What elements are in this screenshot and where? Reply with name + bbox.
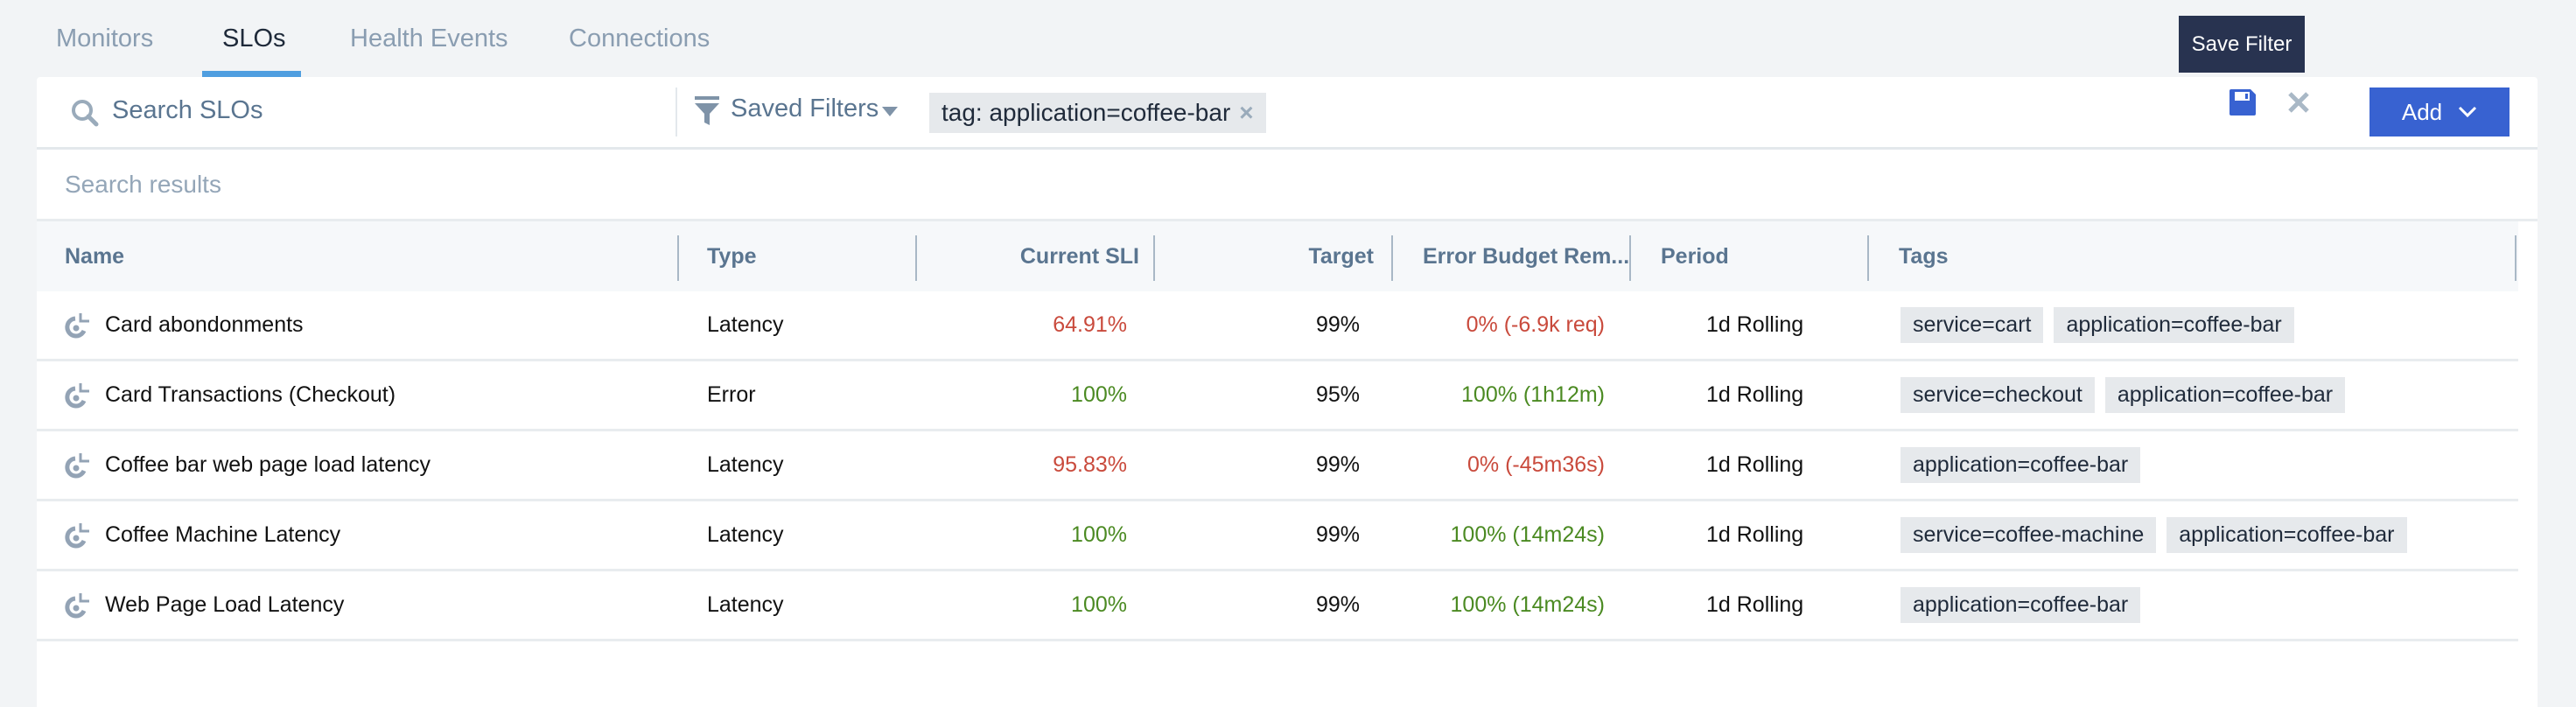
column-resize-handle[interactable]: [1867, 235, 1869, 281]
table-row[interactable]: Card Transactions (Checkout) Error 100% 95%…: [37, 361, 2518, 431]
slo-name-cell[interactable]: Web Page Load Latency: [65, 571, 677, 639]
slo-type: Error: [707, 382, 756, 407]
tab-connections[interactable]: Connections: [569, 24, 710, 53]
tag-badge[interactable]: service=coffee-machine: [1900, 517, 2157, 553]
column-resize-handle[interactable]: [677, 235, 679, 281]
slo-table: Name Type Current SLI Target Error Budge…: [37, 221, 2518, 641]
period: 1d Rolling: [1706, 312, 1804, 337]
table-row[interactable]: Coffee Machine Latency Latency 100% 99% 100%…: [37, 501, 2518, 571]
slo-name[interactable]: Card abondonments: [105, 312, 304, 338]
target: 99%: [1315, 312, 1360, 337]
tags-cell: service=checkout application=coffee-bar: [1900, 361, 2513, 429]
slo-name-cell[interactable]: Coffee Machine Latency: [65, 501, 677, 569]
column-resize-handle[interactable]: [2515, 235, 2516, 281]
period: 1d Rolling: [1706, 592, 1804, 617]
current-sli: 95.83%: [1053, 452, 1127, 477]
filter-chip-label: tag: application=coffee-bar: [942, 99, 1231, 126]
slo-name-cell[interactable]: Card abondonments: [65, 291, 677, 359]
slo-type: Latency: [707, 522, 784, 547]
target: 99%: [1315, 592, 1360, 617]
slo-name[interactable]: Web Page Load Latency: [105, 592, 344, 618]
slo-gauge-icon: [65, 522, 89, 548]
slo-gauge-icon: [65, 592, 89, 618]
tab-slos[interactable]: SLOs: [222, 24, 286, 53]
error-budget-remaining: 100% (14m24s): [1450, 592, 1605, 617]
search-icon: [72, 100, 99, 127]
column-header-current-sli[interactable]: Current SLI: [917, 221, 1146, 291]
column-resize-handle[interactable]: [1391, 235, 1393, 281]
chevron-down-icon[interactable]: [882, 107, 898, 116]
close-icon[interactable]: [2287, 91, 2310, 114]
search-input[interactable]: Search SLOs: [112, 96, 262, 125]
column-header-tags[interactable]: Tags: [1899, 221, 2424, 291]
slo-name-cell[interactable]: Coffee bar web page load latency: [65, 431, 677, 499]
slo-type: Latency: [707, 452, 784, 477]
column-header-type[interactable]: Type: [707, 221, 908, 291]
slo-name[interactable]: Card Transactions (Checkout): [105, 382, 396, 408]
tags-cell: application=coffee-bar: [1900, 431, 2513, 499]
error-budget-remaining: 0% (-45m36s): [1467, 452, 1605, 477]
saved-filters-dropdown[interactable]: Saved Filters: [731, 94, 878, 123]
search-results-label: Search results: [65, 171, 221, 198]
funnel-icon: [695, 96, 719, 125]
target: 95%: [1315, 382, 1360, 407]
target: 99%: [1315, 522, 1360, 547]
table-header: Name Type Current SLI Target Error Budge…: [37, 221, 2518, 291]
error-budget-remaining: 0% (-6.9k req): [1466, 312, 1605, 337]
tab-monitors[interactable]: Monitors: [56, 24, 153, 53]
tag-badge[interactable]: application=coffee-bar: [1900, 447, 2141, 483]
tab-health-events[interactable]: Health Events: [350, 24, 508, 53]
slo-gauge-icon: [65, 382, 89, 408]
tag-badge[interactable]: service=cart: [1900, 307, 2044, 343]
slo-name-cell[interactable]: Card Transactions (Checkout): [65, 361, 677, 429]
current-sli: 100%: [1071, 382, 1127, 407]
error-budget-remaining: 100% (14m24s): [1450, 522, 1605, 547]
tag-badge[interactable]: service=checkout: [1900, 377, 2095, 413]
table-row[interactable]: Web Page Load Latency Latency 100% 99% 100% …: [37, 571, 2518, 641]
table-row[interactable]: Coffee bar web page load latency Latency 9…: [37, 431, 2518, 501]
current-sli: 64.91%: [1053, 312, 1127, 337]
column-resize-handle[interactable]: [1629, 235, 1631, 281]
slo-panel: Search SLOs Saved Filters tag: applicati…: [37, 77, 2538, 707]
slo-gauge-icon: [65, 452, 89, 478]
floppy-disk-icon[interactable]: [2230, 89, 2256, 116]
tag-badge[interactable]: application=coffee-bar: [2166, 517, 2407, 553]
tags-cell: application=coffee-bar: [1900, 571, 2513, 639]
remove-filter-icon[interactable]: ×: [1239, 99, 1253, 127]
tag-badge[interactable]: application=coffee-bar: [2104, 377, 2346, 413]
search-results-header: Search results: [37, 150, 2538, 221]
tags-cell: service=coffee-machine application=coffee…: [1900, 501, 2513, 569]
table-row[interactable]: Card abondonments Latency 64.91% 99% 0% (-6.…: [37, 291, 2518, 361]
chevron-down-icon: [2459, 106, 2477, 118]
target: 99%: [1315, 452, 1360, 477]
period: 1d Rolling: [1706, 382, 1804, 407]
slo-gauge-icon: [65, 312, 89, 338]
column-header-error-budget[interactable]: Error Budget Rem...: [1423, 221, 1650, 291]
divider: [676, 88, 677, 136]
table-body: Card abondonments Latency 64.91% 99% 0% (-6.…: [37, 291, 2518, 641]
slo-name[interactable]: Coffee bar web page load latency: [105, 452, 430, 478]
save-filter-tooltip: Save Filter: [2179, 16, 2305, 73]
column-header-period[interactable]: Period: [1661, 221, 1862, 291]
filter-chip[interactable]: tag: application=coffee-bar ×: [929, 93, 1266, 133]
column-header-target[interactable]: Target: [1155, 221, 1386, 291]
error-budget-remaining: 100% (1h12m): [1461, 382, 1605, 407]
add-button[interactable]: Add: [2370, 88, 2510, 136]
tags-cell: service=cart application=coffee-bar: [1900, 291, 2513, 359]
tag-badge[interactable]: application=coffee-bar: [1900, 587, 2141, 623]
current-sli: 100%: [1071, 592, 1127, 617]
slo-type: Latency: [707, 592, 784, 617]
active-tab-indicator: [202, 71, 301, 77]
slo-type: Latency: [707, 312, 784, 337]
current-sli: 100%: [1071, 522, 1127, 547]
search-bar: Search SLOs Saved Filters tag: applicati…: [37, 77, 2538, 150]
period: 1d Rolling: [1706, 452, 1804, 477]
tag-badge[interactable]: application=coffee-bar: [2054, 307, 2294, 343]
column-header-name[interactable]: Name: [65, 221, 677, 291]
slo-name[interactable]: Coffee Machine Latency: [105, 522, 340, 548]
period: 1d Rolling: [1706, 522, 1804, 547]
add-button-label: Add: [2401, 98, 2443, 125]
